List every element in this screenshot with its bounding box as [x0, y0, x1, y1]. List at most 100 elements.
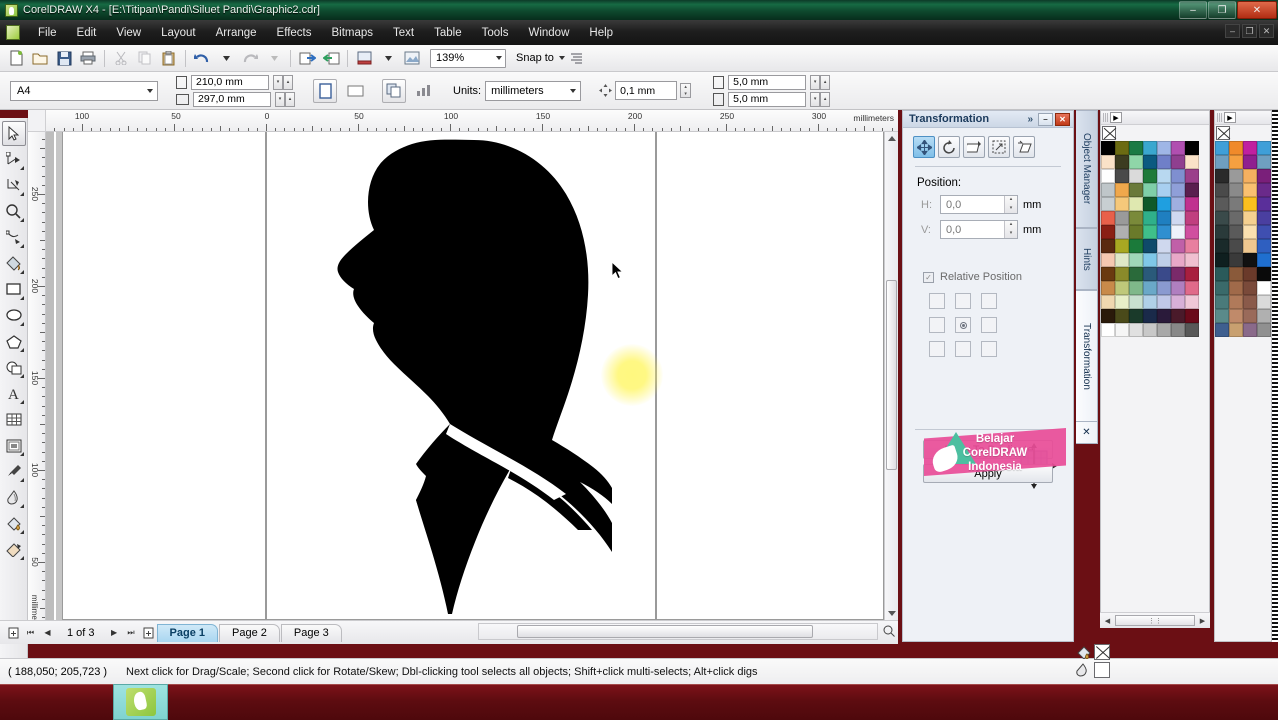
color-swatch[interactable] [1229, 169, 1243, 183]
pick-tool[interactable] [1, 121, 26, 146]
color-swatch[interactable] [1143, 211, 1157, 225]
color-swatch[interactable] [1115, 281, 1129, 295]
palette-swatch-grid[interactable] [1101, 141, 1209, 337]
flyout-arrow-icon[interactable] [19, 478, 24, 482]
color-swatch[interactable] [1143, 141, 1157, 155]
color-swatch[interactable] [1129, 225, 1143, 239]
menu-item-arrange[interactable]: Arrange [206, 24, 267, 42]
rotate-mode-button[interactable] [938, 136, 960, 158]
color-swatch[interactable] [1243, 309, 1257, 323]
interactive-fill-tool[interactable] [2, 537, 26, 562]
color-swatch[interactable] [1115, 253, 1129, 267]
color-swatch[interactable] [1257, 239, 1271, 253]
mdi-close-button[interactable]: ✕ [1259, 24, 1274, 38]
docker-tab-hints[interactable]: Hints [1076, 228, 1098, 290]
portrait-icon[interactable] [313, 78, 337, 103]
color-swatch[interactable] [1171, 155, 1185, 169]
color-swatch[interactable] [1171, 309, 1185, 323]
menu-item-layout[interactable]: Layout [151, 24, 206, 42]
color-swatch[interactable] [1129, 295, 1143, 309]
color-swatch[interactable] [1257, 267, 1271, 281]
anchor-middle-right[interactable] [981, 317, 997, 333]
docker-tab-close-button[interactable]: ✕ [1076, 422, 1098, 444]
menu-item-text[interactable]: Text [383, 24, 424, 42]
canvas-horizontal-scrollbar[interactable] [478, 623, 878, 640]
color-swatch[interactable] [1215, 141, 1229, 155]
color-swatch[interactable] [1215, 225, 1229, 239]
snap-to-control[interactable]: Snap to [516, 52, 565, 64]
polygon-tool[interactable] [2, 329, 26, 354]
color-swatch[interactable] [1143, 309, 1157, 323]
color-swatch[interactable] [1229, 197, 1243, 211]
chevron-down-icon[interactable] [147, 88, 153, 93]
new-page-icon[interactable] [6, 625, 21, 641]
anchor-middle-left[interactable] [929, 317, 945, 333]
next-page-button[interactable]: ▶ [107, 625, 122, 641]
palette-swatch-grid[interactable] [1215, 141, 1271, 337]
color-swatch[interactable] [1143, 183, 1157, 197]
rectangle-tool[interactable] [2, 277, 26, 302]
color-swatch[interactable] [1129, 169, 1143, 183]
color-swatch[interactable] [1171, 211, 1185, 225]
color-swatch[interactable] [1129, 267, 1143, 281]
position-v-stepper[interactable]: ▴ ▾ [1004, 221, 1017, 238]
flyout-arrow-icon[interactable] [19, 504, 24, 508]
outline-tool[interactable] [2, 485, 26, 510]
color-swatch[interactable] [1215, 155, 1229, 169]
color-swatch[interactable] [1229, 295, 1243, 309]
color-swatch[interactable] [1101, 141, 1115, 155]
previous-page-button[interactable]: ◀ [40, 625, 55, 641]
color-swatch[interactable] [1115, 155, 1129, 169]
flyout-arrow-icon[interactable] [19, 400, 24, 404]
color-swatch[interactable] [1129, 155, 1143, 169]
landscape-icon[interactable] [343, 79, 367, 103]
export-icon[interactable] [320, 48, 342, 69]
color-swatch[interactable] [1185, 211, 1199, 225]
crop-tool[interactable] [2, 173, 26, 198]
flyout-arrow-icon[interactable] [19, 218, 24, 222]
flyout-arrow-icon[interactable] [19, 166, 24, 170]
chevron-down-icon[interactable] [570, 88, 577, 93]
color-swatch[interactable] [1185, 155, 1199, 169]
color-swatch[interactable] [1157, 309, 1171, 323]
color-swatch[interactable] [1229, 281, 1243, 295]
text-tool[interactable]: A [2, 381, 26, 406]
color-swatch[interactable] [1101, 211, 1115, 225]
units-combo[interactable]: millimeters [485, 80, 582, 101]
freehand-tool[interactable] [2, 225, 26, 250]
color-swatch[interactable] [1171, 183, 1185, 197]
color-swatch[interactable] [1215, 281, 1229, 295]
color-swatch[interactable] [1215, 183, 1229, 197]
color-swatch[interactable] [1185, 169, 1199, 183]
color-swatch[interactable] [1157, 323, 1171, 337]
color-swatch[interactable] [1229, 225, 1243, 239]
menu-item-help[interactable]: Help [579, 24, 623, 42]
color-swatch[interactable] [1157, 225, 1171, 239]
color-swatch[interactable] [1115, 197, 1129, 211]
color-swatch[interactable] [1129, 183, 1143, 197]
color-swatch[interactable] [1185, 267, 1199, 281]
color-swatch[interactable] [1157, 197, 1171, 211]
color-swatch[interactable] [1243, 323, 1257, 337]
page-tab-3[interactable]: Page 3 [280, 623, 342, 642]
position-mode-button[interactable] [913, 136, 935, 158]
color-swatch[interactable] [1157, 141, 1171, 155]
flyout-arrow-icon[interactable] [19, 192, 24, 196]
color-swatch[interactable] [1101, 281, 1115, 295]
position-h-stepper[interactable]: ▴ ▾ [1004, 196, 1017, 213]
application-icon[interactable] [401, 48, 423, 69]
color-swatch[interactable] [1129, 281, 1143, 295]
menu-item-window[interactable]: Window [518, 24, 579, 42]
color-swatch[interactable] [1185, 281, 1199, 295]
page-left[interactable] [62, 132, 266, 620]
color-swatch[interactable] [1143, 169, 1157, 183]
color-swatch[interactable] [1215, 197, 1229, 211]
color-swatch[interactable] [1101, 309, 1115, 323]
paste-icon[interactable] [158, 48, 180, 69]
menu-item-bitmaps[interactable]: Bitmaps [321, 24, 383, 42]
color-swatch[interactable] [1101, 253, 1115, 267]
color-swatch[interactable] [1157, 239, 1171, 253]
color-swatch[interactable] [1229, 155, 1243, 169]
add-page-icon[interactable] [141, 625, 156, 641]
color-swatch[interactable] [1215, 267, 1229, 281]
